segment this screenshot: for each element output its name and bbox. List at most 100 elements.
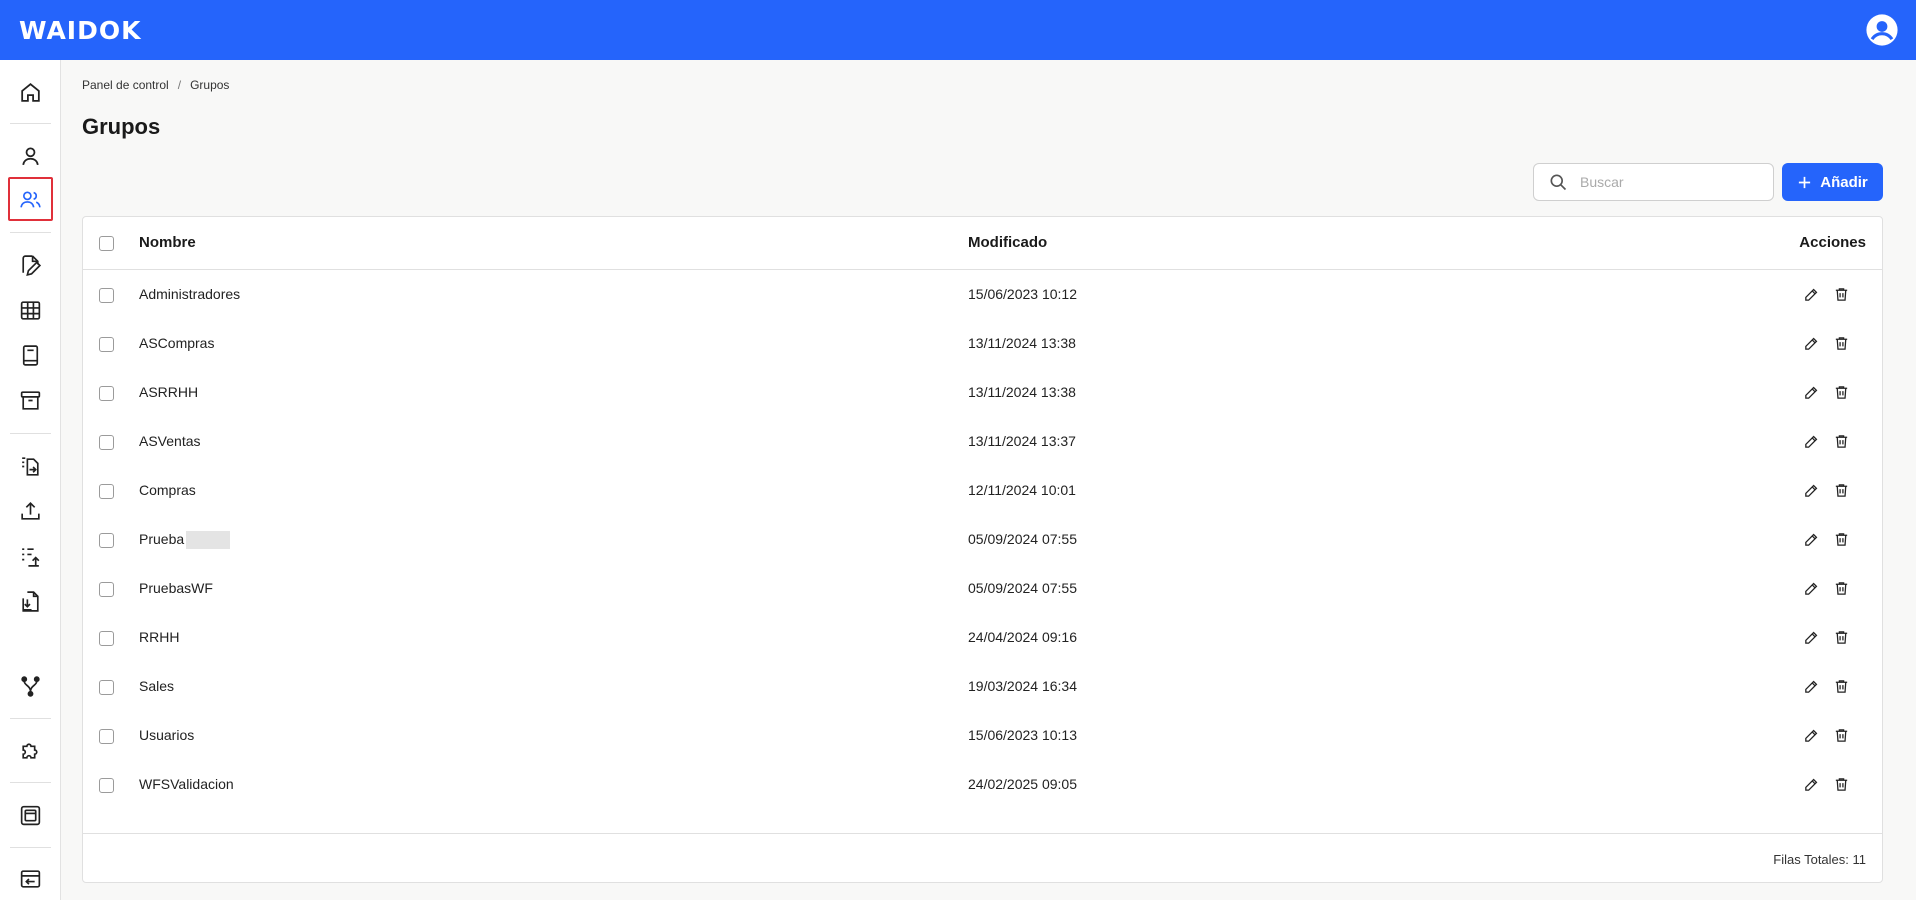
row-checkbox[interactable]: [99, 533, 114, 548]
delete-icon[interactable]: [1833, 629, 1850, 646]
table-icon: [20, 300, 41, 320]
row-name[interactable]: ASRRHH: [139, 384, 198, 400]
delete-icon[interactable]: [1833, 335, 1850, 352]
edit-icon[interactable]: [1803, 776, 1820, 793]
row-modified: 24/02/2025 09:05: [968, 776, 1077, 792]
row-name[interactable]: Usuarios: [139, 727, 194, 743]
row-checkbox[interactable]: [99, 778, 114, 793]
document-edit-icon: [22, 254, 42, 276]
table-row[interactable]: ASVentas 13/11/2024 13:37: [83, 418, 1882, 467]
select-all-checkbox[interactable]: [99, 236, 114, 251]
edit-icon[interactable]: [1803, 482, 1820, 499]
delete-icon[interactable]: [1833, 482, 1850, 499]
groups-table: Nombre Modificado Acciones Administrador…: [82, 216, 1883, 883]
delete-icon[interactable]: [1833, 286, 1850, 303]
file-move-icon: [22, 456, 39, 476]
row-checkbox[interactable]: [99, 631, 114, 646]
table-row[interactable]: Prueba 05/09/2024 07:55: [83, 516, 1882, 565]
table-row[interactable]: PruebasWF 05/09/2024 07:55: [83, 565, 1882, 614]
book-icon: [22, 344, 39, 366]
table-row[interactable]: Sales 19/03/2024 16:34: [83, 663, 1882, 712]
archive-icon: [20, 390, 41, 410]
add-button[interactable]: Añadir: [1782, 163, 1883, 201]
row-checkbox[interactable]: [99, 386, 114, 401]
column-header-modified[interactable]: Modificado: [968, 234, 1047, 251]
search-icon: [1550, 174, 1567, 191]
table-row[interactable]: Usuarios 15/06/2023 10:13: [83, 712, 1882, 761]
table-row[interactable]: ASCompras 13/11/2024 13:38: [83, 320, 1882, 369]
delete-icon[interactable]: [1833, 727, 1850, 744]
total-rows: Filas Totales: 11: [1773, 852, 1866, 867]
row-name[interactable]: ASVentas: [139, 433, 201, 449]
sidebar-workflow[interactable]: [8, 664, 53, 708]
app-logo[interactable]: WAIDOK: [19, 16, 141, 45]
edit-icon[interactable]: [1803, 678, 1820, 695]
sidebar-plugins[interactable]: [8, 728, 53, 772]
delete-icon[interactable]: [1833, 531, 1850, 548]
row-checkbox[interactable]: [99, 680, 114, 695]
delete-icon[interactable]: [1833, 580, 1850, 597]
row-name[interactable]: WFSValidacion: [139, 776, 234, 792]
row-name[interactable]: RRHH: [139, 629, 179, 645]
row-name[interactable]: Administradores: [139, 286, 240, 302]
row-checkbox[interactable]: [99, 337, 114, 352]
row-checkbox[interactable]: [99, 484, 114, 499]
row-name[interactable]: Prueba: [139, 531, 184, 547]
row-modified: 24/04/2024 09:16: [968, 629, 1077, 645]
row-checkbox[interactable]: [99, 435, 114, 450]
sidebar-home[interactable]: [8, 70, 53, 114]
table-row[interactable]: WFSValidacion 24/02/2025 09:05: [83, 761, 1882, 810]
sidebar-upload[interactable]: [8, 489, 53, 533]
delete-icon[interactable]: [1833, 678, 1850, 695]
row-modified: 13/11/2024 13:38: [968, 335, 1076, 351]
delete-icon[interactable]: [1833, 384, 1850, 401]
search-input[interactable]: [1580, 174, 1760, 190]
row-checkbox[interactable]: [99, 288, 114, 303]
sidebar-archive[interactable]: [8, 378, 53, 422]
sidebar-file-move[interactable]: [8, 444, 53, 488]
edit-icon[interactable]: [1803, 384, 1820, 401]
edit-icon[interactable]: [1803, 629, 1820, 646]
sidebar-layout[interactable]: [8, 793, 53, 837]
row-name[interactable]: ASCompras: [139, 335, 214, 351]
sidebar-tables[interactable]: [8, 288, 53, 332]
row-modified: 05/09/2024 07:55: [968, 580, 1077, 596]
import-icon: [20, 869, 41, 888]
sidebar-users[interactable]: [8, 134, 53, 178]
column-header-name[interactable]: Nombre: [139, 234, 196, 251]
row-checkbox[interactable]: [99, 582, 114, 597]
row-name[interactable]: Compras: [139, 482, 196, 498]
file-download-icon: [22, 590, 39, 612]
sidebar-file-download[interactable]: [8, 579, 53, 623]
account-icon[interactable]: [1865, 13, 1899, 47]
row-modified: 12/11/2024 10:01: [968, 482, 1076, 498]
sidebar: [0, 60, 61, 900]
table-row[interactable]: Compras 12/11/2024 10:01: [83, 467, 1882, 516]
table-row[interactable]: ASRRHH 13/11/2024 13:38: [83, 369, 1882, 418]
row-name[interactable]: Sales: [139, 678, 174, 694]
table-row[interactable]: Administradores 15/06/2023 10:12: [83, 271, 1882, 320]
sidebar-books[interactable]: [8, 333, 53, 377]
home-icon: [21, 82, 40, 102]
delete-icon[interactable]: [1833, 433, 1850, 450]
edit-icon[interactable]: [1803, 286, 1820, 303]
list-upload-icon: [22, 547, 40, 567]
row-checkbox[interactable]: [99, 729, 114, 744]
table-row[interactable]: RRHH 24/04/2024 09:16: [83, 614, 1882, 663]
sidebar-groups[interactable]: [8, 177, 53, 221]
sidebar-list-upload[interactable]: [8, 534, 53, 578]
row-modified: 19/03/2024 16:34: [968, 678, 1077, 694]
delete-icon[interactable]: [1833, 776, 1850, 793]
sidebar-import[interactable]: [8, 857, 53, 900]
column-header-actions: Acciones: [1799, 234, 1866, 251]
edit-icon[interactable]: [1803, 580, 1820, 597]
sidebar-documents[interactable]: [8, 243, 53, 287]
edit-icon[interactable]: [1803, 727, 1820, 744]
layout-icon: [20, 805, 41, 825]
breadcrumb-root[interactable]: Panel de control: [82, 78, 169, 92]
edit-icon[interactable]: [1803, 531, 1820, 548]
row-name[interactable]: PruebasWF: [139, 580, 213, 596]
edit-icon[interactable]: [1803, 335, 1820, 352]
edit-icon[interactable]: [1803, 433, 1820, 450]
top-bar: WAIDOK: [0, 0, 1916, 60]
